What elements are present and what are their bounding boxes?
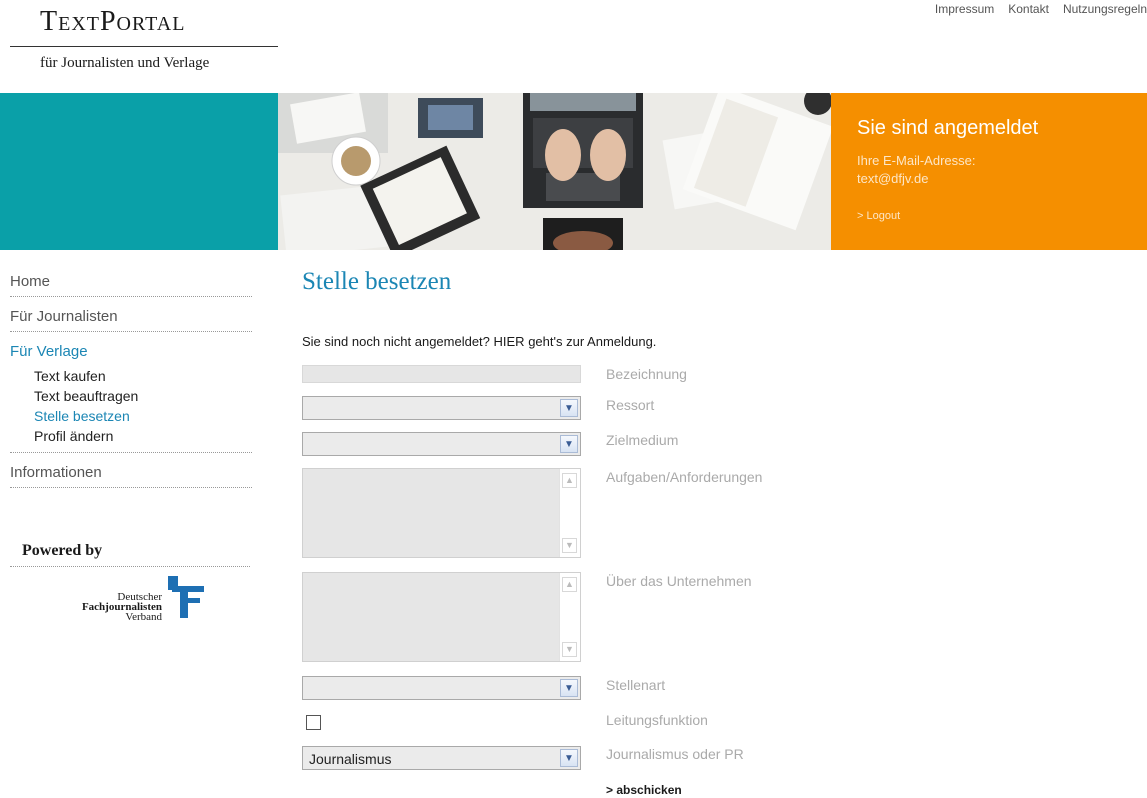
- journalismus-select[interactable]: Journalismus ▼: [302, 746, 581, 770]
- topnav-nutzungsregeln[interactable]: Nutzungsregeln: [1063, 2, 1147, 16]
- login-status-panel: Sie sind angemeldet Ihre E-Mail-Adresse:…: [831, 93, 1147, 250]
- logo-divider: [10, 46, 278, 47]
- submit-link[interactable]: > abschicken: [606, 783, 682, 797]
- powered-by-divider: [10, 566, 250, 567]
- leitungsfunktion-checkbox[interactable]: [306, 715, 321, 730]
- sidebar-subitem-text-beauftragen[interactable]: Text beauftragen: [10, 386, 252, 406]
- login-status-title: Sie sind angemeldet: [857, 117, 1039, 139]
- sidebar-subitem-profil-aendern[interactable]: Profil ändern: [10, 426, 252, 446]
- sidebar-item-fuer-journalisten[interactable]: Für Journalisten: [10, 305, 252, 332]
- scroll-down-icon[interactable]: ▼: [562, 538, 577, 553]
- stellenart-label: Stellenart: [606, 677, 666, 693]
- zielmedium-label: Zielmedium: [606, 432, 679, 448]
- email-label: Ihre E-Mail-Adresse:: [857, 153, 976, 168]
- login-notice: Sie sind noch nicht angemeldet? HIER geh…: [302, 334, 656, 349]
- banner-teal-block: [0, 93, 278, 250]
- login-notice-pre: Sie sind noch nicht angemeldet?: [302, 334, 494, 349]
- topnav-impressum[interactable]: Impressum: [935, 2, 994, 16]
- aufgaben-label: Aufgaben/Anforderungen: [606, 469, 763, 485]
- leitungsfunktion-label: Leitungsfunktion: [606, 712, 708, 728]
- sidebar-subitem-stelle-besetzen[interactable]: Stelle besetzen: [10, 406, 252, 426]
- journalismus-select-value: Journalismus: [309, 751, 392, 767]
- topnav-kontakt[interactable]: Kontakt: [1008, 2, 1049, 16]
- page-title: Stelle besetzen: [302, 268, 452, 295]
- logout-link[interactable]: > Logout: [857, 210, 900, 222]
- login-notice-post: geht's zur Anmeldung.: [524, 334, 657, 349]
- dfjv-logo-text[interactable]: Deutscher Fachjournalisten Verband: [60, 592, 162, 623]
- logo-title[interactable]: TextPortal: [40, 6, 185, 38]
- unternehmen-scrollbar[interactable]: ▲ ▼: [559, 573, 580, 661]
- sidebar-item-home[interactable]: Home: [10, 270, 252, 297]
- sidebar-subitem-text-kaufen[interactable]: Text kaufen: [10, 366, 252, 386]
- sidebar-nav: Home Für Journalisten Für Verlage Text k…: [10, 270, 252, 496]
- scroll-up-icon[interactable]: ▲: [562, 577, 577, 592]
- dfjv-logo-icon[interactable]: [168, 576, 208, 623]
- sidebar-item-informationen[interactable]: Informationen: [10, 461, 252, 488]
- sidebar-item-fuer-verlage[interactable]: Für Verlage: [10, 340, 252, 366]
- dfjv-line-3: Verband: [125, 611, 162, 623]
- chevron-down-icon[interactable]: ▼: [560, 679, 578, 697]
- scroll-down-icon[interactable]: ▼: [562, 642, 577, 657]
- aufgaben-textarea[interactable]: ▲ ▼: [302, 468, 581, 558]
- login-notice-link[interactable]: HIER: [494, 334, 525, 349]
- journalismus-label: Journalismus oder PR: [606, 746, 744, 762]
- unternehmen-textarea[interactable]: ▲ ▼: [302, 572, 581, 662]
- ressort-select[interactable]: ▼: [302, 396, 581, 420]
- logo-subtitle: für Journalisten und Verlage: [40, 55, 210, 71]
- top-navigation: Impressum Kontakt Nutzungsregeln: [935, 2, 1147, 16]
- stellenart-select[interactable]: ▼: [302, 676, 581, 700]
- aufgaben-scrollbar[interactable]: ▲ ▼: [559, 469, 580, 557]
- email-value: text@dfjv.de: [857, 171, 929, 186]
- ressort-label: Ressort: [606, 397, 655, 413]
- scroll-up-icon[interactable]: ▲: [562, 473, 577, 488]
- powered-by-label: Powered by: [22, 542, 103, 559]
- chevron-down-icon[interactable]: ▼: [560, 435, 578, 453]
- bezeichnung-input[interactable]: [302, 365, 581, 383]
- zielmedium-select[interactable]: ▼: [302, 432, 581, 456]
- sidebar-subgroup-verlage: Text kaufen Text beauftragen Stelle bese…: [10, 366, 252, 453]
- bezeichnung-label: Bezeichnung: [606, 366, 687, 382]
- banner-desk-image: [278, 93, 831, 250]
- chevron-down-icon[interactable]: ▼: [560, 399, 578, 417]
- chevron-down-icon[interactable]: ▼: [560, 749, 578, 767]
- unternehmen-label: Über das Unternehmen: [606, 573, 752, 589]
